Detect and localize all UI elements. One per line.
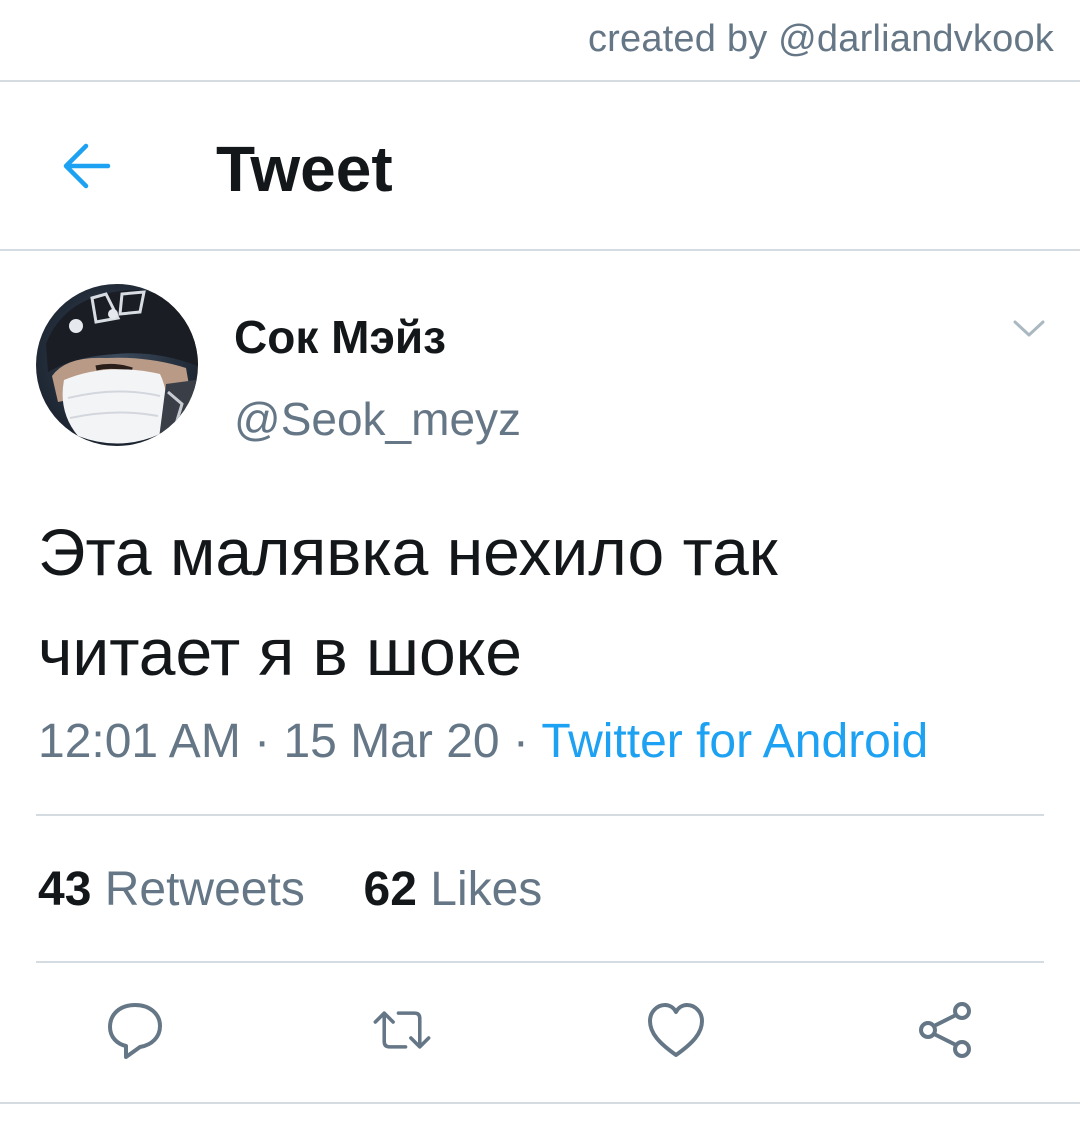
like-button[interactable] xyxy=(644,998,708,1062)
divider xyxy=(36,961,1044,963)
tweet-text: Эта малявка нехило так читает я в шоке xyxy=(38,502,1048,702)
divider xyxy=(0,1102,1080,1104)
divider xyxy=(0,249,1080,251)
page-title: Tweet xyxy=(216,133,393,205)
retweet-button[interactable] xyxy=(370,998,434,1062)
retweets-label: Retweets xyxy=(104,863,305,916)
tweet-stats: 43 Retweets 62 Likes xyxy=(38,862,542,917)
author-display-name[interactable]: Сок Мэйз xyxy=(234,310,446,364)
likes-stat[interactable]: 62 Likes xyxy=(364,863,543,916)
credit-watermark: created by @darliandvkook xyxy=(587,18,1054,60)
tweet-source-link[interactable]: Twitter for Android xyxy=(541,715,928,768)
divider xyxy=(36,814,1044,816)
share-button[interactable] xyxy=(913,998,977,1062)
meta-separator: · xyxy=(240,715,284,768)
retweets-stat[interactable]: 43 Retweets xyxy=(38,863,305,916)
author-handle[interactable]: @Seok_meyz xyxy=(234,392,521,446)
tweet-options-button[interactable] xyxy=(1008,312,1050,346)
meta-separator: · xyxy=(499,715,542,768)
likes-label: Likes xyxy=(430,863,543,916)
tweet-time: 12:01 AM xyxy=(38,715,241,768)
heart-icon xyxy=(648,1003,704,1057)
tweet-meta: 12:01 AM · 15 Mar 20 · Twitter for Andro… xyxy=(38,714,928,769)
avatar[interactable] xyxy=(36,284,198,446)
divider xyxy=(0,80,1080,82)
back-button[interactable] xyxy=(56,140,116,192)
retweets-count: 43 xyxy=(38,863,92,916)
arrow-left-icon xyxy=(63,143,111,189)
tweet-text-line: читает я в шоке xyxy=(38,615,522,689)
chevron-down-icon xyxy=(1013,320,1045,337)
reply-button[interactable] xyxy=(103,998,167,1062)
reply-bubble-icon xyxy=(108,1003,162,1059)
tweet-text-line: Эта малявка нехило так xyxy=(38,515,778,589)
retweet-icon xyxy=(373,1011,431,1049)
likes-count: 62 xyxy=(363,863,417,916)
share-icon xyxy=(919,1002,971,1058)
tweet-date: 15 Mar 20 xyxy=(283,715,500,768)
